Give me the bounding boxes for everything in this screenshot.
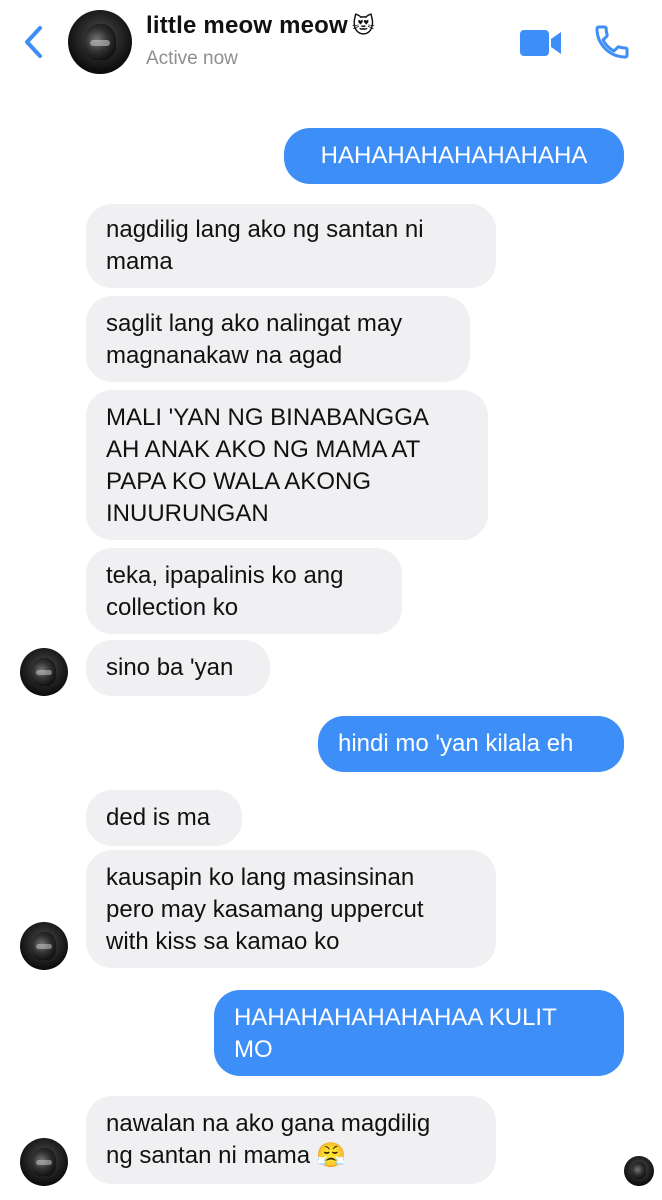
message-text: pero may kasamang uppercut	[106, 896, 424, 923]
message-bubble-outgoing[interactable]: HAHAHAHAHAHAHAA KULIT MO	[214, 990, 624, 1076]
message-bubble-outgoing[interactable]: HAHAHAHAHAHAHAHA	[284, 128, 624, 184]
message-bubble-incoming[interactable]: kausapin ko lang masinsinan pero may kas…	[86, 850, 496, 968]
message-text: nawalan na ako gana magdilig	[106, 1110, 431, 1137]
message-text: PAPA KO WALA AKONG	[106, 468, 371, 495]
message-text: saglit lang ako nalingat may	[106, 310, 403, 337]
message-text: MALI 'YAN NG BINABANGGA	[106, 404, 429, 431]
message-text: kausapin ko lang masinsinan	[106, 864, 415, 891]
contact-avatar-small[interactable]	[20, 648, 68, 696]
back-button[interactable]	[18, 22, 52, 62]
message-text: mama	[106, 248, 173, 275]
message-bubble-outgoing[interactable]: hindi mo 'yan kilala eh	[318, 716, 624, 772]
chat-header: little meow meow 😻 Active now	[0, 0, 662, 92]
heart-eyes-cat-emoji: 😻	[351, 13, 376, 38]
active-status: Active now	[146, 48, 238, 69]
contact-avatar[interactable]	[68, 10, 132, 74]
message-text: sino ba 'yan	[106, 654, 234, 681]
video-call-button[interactable]	[518, 26, 564, 60]
message-text: MO	[234, 1036, 273, 1063]
read-receipt-avatar	[624, 1156, 654, 1186]
message-text: teka, ipapalinis ko ang	[106, 562, 344, 589]
message-bubble-incoming[interactable]: saglit lang ako nalingat may magnanakaw …	[86, 296, 470, 382]
phone-icon	[595, 25, 629, 59]
message-bubble-incoming[interactable]: teka, ipapalinis ko ang collection ko	[86, 548, 402, 634]
contact-avatar-small[interactable]	[20, 922, 68, 970]
message-text: hindi mo 'yan kilala eh	[338, 730, 574, 757]
message-text: ded is ma	[106, 804, 211, 831]
message-text: HAHAHAHAHAHAHAA KULIT	[234, 1004, 557, 1031]
message-bubble-incoming[interactable]: MALI 'YAN NG BINABANGGA AH ANAK AKO NG M…	[86, 390, 488, 540]
contact-name-text: little meow meow	[146, 12, 348, 39]
message-text: collection ko	[106, 594, 239, 621]
message-text: magnanakaw na agad	[106, 342, 343, 369]
contact-avatar-small[interactable]	[20, 1138, 68, 1186]
message-bubble-incoming[interactable]: sino ba 'yan	[86, 640, 270, 696]
chevron-left-icon	[25, 26, 42, 58]
message-bubble-incoming[interactable]: nagdilig lang ako ng santan ni mama	[86, 204, 496, 288]
message-text: HAHAHAHAHAHAHAHA	[320, 142, 588, 169]
message-text: nagdilig lang ako ng santan ni	[106, 216, 424, 243]
contact-name[interactable]: little meow meow 😻	[146, 12, 375, 40]
message-text: AH ANAK AKO NG MAMA AT	[106, 436, 421, 463]
message-bubble-incoming[interactable]: nawalan na ako gana magdilig ng santan n…	[86, 1096, 496, 1184]
message-text: INUURUNGAN	[106, 500, 269, 527]
video-camera-icon	[520, 30, 561, 56]
huffing-face-emoji: 😤	[316, 1142, 347, 1169]
message-text: ng santan ni mama	[106, 1142, 311, 1169]
message-bubble-incoming[interactable]: ded is ma	[86, 790, 242, 846]
voice-call-button[interactable]	[592, 22, 632, 62]
message-text: with kiss sa kamao ko	[106, 928, 340, 955]
